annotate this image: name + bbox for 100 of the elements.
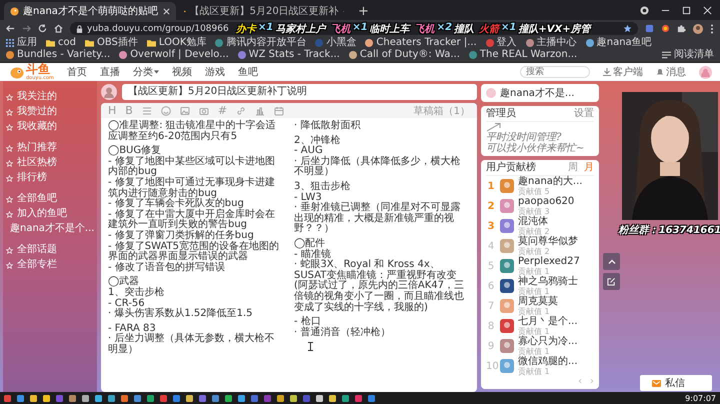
nav-link[interactable]: 分类 xyxy=(132,65,159,79)
home-icon[interactable] xyxy=(54,24,63,33)
body-text: ◯配件 xyxy=(294,238,326,249)
user-name[interactable]: 周克莫莫 xyxy=(518,296,558,306)
avatar-icon[interactable] xyxy=(693,24,703,34)
avatar-icon xyxy=(500,299,514,313)
user-name[interactable]: paopao620 xyxy=(518,196,574,206)
header-link[interactable]: 客户端 xyxy=(603,65,643,79)
nav-link[interactable]: 游戏 xyxy=(204,65,225,79)
sidebar-item[interactable]: 加入的鱼吧 xyxy=(6,208,94,220)
folder-icon xyxy=(46,39,55,47)
user-name[interactable]: 混沌体 xyxy=(518,216,550,226)
contribution-score: 贡献值 2 xyxy=(518,226,550,236)
new-tab-button[interactable]: + xyxy=(352,2,375,20)
user-name[interactable]: 七月丶是个... xyxy=(518,316,578,326)
body-text: - 修复了地图中某些区域可以卡进地图内部的bug xyxy=(108,156,276,178)
bookmark[interactable]: 趣nana鱼吧 xyxy=(586,37,652,49)
sidebar-item[interactable]: 趣nana才不是个... xyxy=(6,223,94,235)
site-icon xyxy=(215,39,224,47)
bookmark[interactable]: Overwolf | Develo... xyxy=(119,49,229,61)
sidebar-item[interactable]: 我收藏的 xyxy=(6,121,94,133)
sidebar-item[interactable]: 全部话题 xyxy=(6,244,94,256)
body-text: · 后坐力降低（具体降低多少，横大枪不明显） xyxy=(294,156,462,178)
group-name[interactable]: 趣nana才不是... xyxy=(500,86,574,100)
avatar-icon xyxy=(486,88,496,98)
bookmark[interactable]: 腾讯内容开放平台 xyxy=(215,37,306,49)
scroll-top-button[interactable] xyxy=(603,253,620,270)
contribution-score: 贡献值 1 xyxy=(518,346,551,356)
browser-tab[interactable]: 趣nana才不是个萌萌哒的贴吧 xyxy=(4,2,176,20)
rank-number: 10 xyxy=(486,360,496,372)
bookmark[interactable]: OBS插件 xyxy=(84,37,138,49)
edit-button[interactable] xyxy=(603,273,620,290)
fish-logo-icon xyxy=(10,66,24,78)
star-icon xyxy=(6,262,13,268)
settings-link[interactable]: 设置 xyxy=(574,108,594,120)
bookmark[interactable]: Call of Duty®: Wa... xyxy=(348,49,460,61)
user-name[interactable]: Perplexed27 xyxy=(518,256,580,266)
nav-link[interactable]: 直播 xyxy=(100,65,120,79)
sidebar-item[interactable]: 社区热榜 xyxy=(6,157,94,169)
bookmark[interactable]: 登入 xyxy=(486,37,517,49)
site-icon xyxy=(6,51,14,59)
browser-tab[interactable]: 【战区更新】5月20日战区更新补 xyxy=(178,2,350,20)
bookmark[interactable]: LOOK勉库 xyxy=(146,37,206,49)
banner-text: ×2 xyxy=(436,22,452,34)
bookmark[interactable]: 小黑盒 xyxy=(315,37,356,49)
banner-text: ×1 xyxy=(352,22,368,34)
hint-text: 可以找小伙伴来帮忙~ xyxy=(486,143,586,154)
star-icon xyxy=(6,144,13,152)
rank-number: 6 xyxy=(486,280,496,292)
body-text: - LW3 xyxy=(294,192,322,203)
puzzle-icon[interactable] xyxy=(677,24,686,33)
title-field[interactable]: 【战区更新】5月20日战区更新补丁说明 xyxy=(122,84,477,100)
star-icon xyxy=(6,210,13,218)
bookmark[interactable]: cod xyxy=(46,37,76,49)
rank-number: 9 xyxy=(486,340,496,352)
card-title: 管理员 xyxy=(486,108,516,120)
user-name[interactable]: 神之乌鸦骑士 xyxy=(518,276,578,286)
star-icon xyxy=(6,124,13,130)
body-text: - 修复了弹窗刀类拆解的任务bug xyxy=(108,230,254,241)
sidebar-item[interactable]: 我关注的 xyxy=(6,91,94,103)
bookmark[interactable]: The REAL Warzon... xyxy=(468,49,578,61)
body-text: - CR-56 xyxy=(108,298,145,308)
body-text: ◯准星调整: 狙击镜准星中的十字会适应调整至约6-20范围内只有5 xyxy=(108,121,277,142)
more-menu-icon[interactable] xyxy=(710,24,714,34)
bookmark[interactable]: 阅读清单 xyxy=(662,49,714,61)
nav-link[interactable]: 视频 xyxy=(172,65,192,79)
bookmark[interactable]: 主播中心 xyxy=(526,37,577,49)
banner-text: 飞机 xyxy=(330,22,350,36)
user-name[interactable]: 趣nana的大... xyxy=(518,176,582,186)
sidebar-item[interactable]: 全部专栏 xyxy=(6,259,94,271)
avatar-icon xyxy=(500,179,514,193)
avatar-icon xyxy=(500,319,514,333)
bookmark[interactable]: Cheaters Tracker |... xyxy=(365,37,477,49)
star-icon[interactable] xyxy=(623,24,632,33)
reload-icon[interactable] xyxy=(38,24,47,33)
rank-number: 3 xyxy=(486,220,496,232)
lock-icon xyxy=(76,24,83,32)
user-name[interactable]: 寡心只为冷... xyxy=(518,336,578,346)
user-name[interactable]: 莫问尊华似梦 xyxy=(518,236,578,246)
record-icon[interactable] xyxy=(640,6,649,14)
nav-link[interactable]: 鱼吧 xyxy=(238,65,258,79)
sidebar-item[interactable]: 我赞过的 xyxy=(6,106,94,118)
header-link[interactable]: 消息 xyxy=(656,65,686,79)
sidebar-item[interactable]: 全部鱼吧 xyxy=(6,193,94,205)
apps-grid-icon xyxy=(6,39,14,47)
back-arrow-icon[interactable] xyxy=(6,24,15,33)
sidebar-item[interactable]: 热门推荐 xyxy=(6,142,94,154)
message-button[interactable]: 私信 xyxy=(640,375,712,391)
nav-link[interactable]: 首页 xyxy=(66,65,87,79)
banner-text: 火箭 xyxy=(479,22,500,36)
contribution-score: 贡献值 1 xyxy=(518,306,551,316)
user-name[interactable]: 微信鸡腿的... xyxy=(518,356,578,366)
bookmark[interactable]: Bundles - Variety... xyxy=(6,49,110,61)
sidebar-item[interactable]: 排行榜 xyxy=(6,172,94,184)
body-text: - FARA 83 xyxy=(108,324,156,334)
bookmark[interactable]: 应用 xyxy=(6,37,37,49)
bookmark[interactable]: WZ Stats - Track... xyxy=(238,49,340,61)
maximize-icon[interactable] xyxy=(682,6,691,14)
star-icon xyxy=(6,94,13,100)
forward-arrow-icon[interactable] xyxy=(22,24,31,33)
